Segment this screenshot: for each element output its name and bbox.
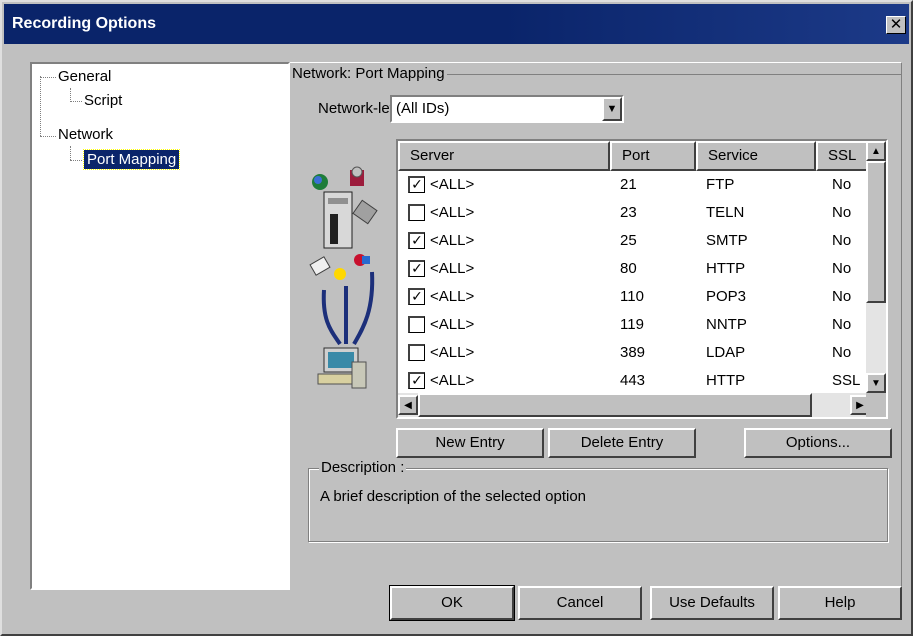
ssl-cell: No bbox=[832, 260, 852, 277]
row-checkbox[interactable]: ✓ bbox=[408, 372, 425, 389]
horizontal-scroll-thumb[interactable] bbox=[418, 393, 812, 417]
row-checkbox[interactable]: ✓ bbox=[408, 232, 425, 249]
vertical-scrollbar[interactable]: ▲ ▼ bbox=[866, 141, 886, 393]
ssl-cell: No bbox=[832, 232, 852, 249]
horizontal-scrollbar[interactable]: ◀ ▶ bbox=[398, 393, 870, 417]
tree-connector bbox=[70, 160, 82, 161]
row-checkbox[interactable] bbox=[408, 204, 425, 221]
table-row[interactable]: <ALL> 119 NNTP No bbox=[398, 311, 868, 339]
tree-item-general[interactable]: General bbox=[58, 67, 111, 86]
use-defaults-button[interactable]: Use Defaults bbox=[650, 586, 774, 620]
row-checkbox[interactable] bbox=[408, 344, 425, 361]
recording-options-dialog: Recording Options ✕ General Script Netwo… bbox=[0, 0, 913, 636]
port-cell: 389 bbox=[620, 344, 646, 361]
tree-connector bbox=[40, 77, 56, 78]
table-row[interactable]: ✓ <ALL> 80 HTTP No bbox=[398, 255, 868, 283]
mappings-select[interactable]: (All IDs) ▼ bbox=[390, 95, 624, 123]
ssl-cell: No bbox=[832, 344, 852, 361]
network-illustration bbox=[302, 162, 392, 402]
ssl-cell: SSL bbox=[832, 372, 861, 389]
service-cell: POP3 bbox=[706, 288, 747, 305]
scroll-up-icon[interactable]: ▲ bbox=[866, 141, 886, 161]
server-cell: <ALL> bbox=[430, 372, 475, 389]
port-cell: 21 bbox=[620, 176, 637, 193]
help-button[interactable]: Help bbox=[778, 586, 902, 620]
column-header-ssl[interactable]: SSL bbox=[816, 141, 868, 171]
mappings-select-value: (All IDs) bbox=[396, 100, 450, 117]
new-entry-button[interactable]: New Entry bbox=[396, 428, 544, 458]
table-row[interactable]: ✓ <ALL> 110 POP3 No bbox=[398, 283, 868, 311]
column-header-service[interactable]: Service bbox=[696, 141, 816, 171]
tree-connector bbox=[70, 146, 71, 160]
options-button[interactable]: Options... bbox=[744, 428, 892, 458]
chevron-down-icon[interactable]: ▼ bbox=[602, 97, 622, 121]
server-cell: <ALL> bbox=[430, 260, 475, 277]
ok-button[interactable]: OK bbox=[389, 585, 515, 621]
row-checkbox[interactable] bbox=[408, 316, 425, 333]
ssl-cell: No bbox=[832, 204, 852, 221]
delete-entry-button[interactable]: Delete Entry bbox=[548, 428, 696, 458]
tree-connector bbox=[70, 88, 71, 102]
port-cell: 23 bbox=[620, 204, 637, 221]
row-checkbox[interactable]: ✓ bbox=[408, 288, 425, 305]
service-cell: LDAP bbox=[706, 344, 746, 361]
ssl-cell: No bbox=[832, 316, 852, 333]
title-bar: Recording Options ✕ bbox=[4, 4, 909, 44]
port-cell: 25 bbox=[620, 232, 637, 249]
service-cell: HTTP bbox=[706, 372, 746, 389]
server-cell: <ALL> bbox=[430, 288, 475, 305]
close-icon[interactable]: ✕ bbox=[886, 16, 906, 34]
ssl-cell: No bbox=[832, 176, 852, 193]
scroll-corner bbox=[866, 393, 886, 417]
port-cell: 80 bbox=[620, 260, 637, 277]
group-title: Network: Port Mapping bbox=[290, 65, 447, 83]
dialog-title: Recording Options bbox=[12, 15, 156, 32]
port-cell: 443 bbox=[620, 372, 646, 389]
service-cell: TELN bbox=[706, 204, 745, 221]
tree-connector bbox=[40, 76, 41, 136]
description-text: A brief description of the selected opti… bbox=[320, 488, 587, 505]
cancel-button[interactable]: Cancel bbox=[518, 586, 642, 620]
tree-item-network[interactable]: Network bbox=[58, 125, 113, 144]
service-cell: NNTP bbox=[706, 316, 747, 333]
description-title: Description : bbox=[319, 459, 407, 477]
tree-item-script[interactable]: Script bbox=[84, 91, 122, 110]
table-header: Server Port Service SSL bbox=[398, 141, 868, 171]
server-cell: <ALL> bbox=[430, 204, 475, 221]
table-row[interactable]: ✓ <ALL> 25 SMTP No bbox=[398, 227, 868, 255]
ssl-cell: No bbox=[832, 288, 852, 305]
scroll-down-icon[interactable]: ▼ bbox=[866, 373, 886, 393]
server-cell: <ALL> bbox=[430, 316, 475, 333]
tree-connector bbox=[70, 101, 82, 102]
table-row[interactable]: ✓ <ALL> 443 HTTP SSL bbox=[398, 367, 868, 395]
service-cell: SMTP bbox=[706, 232, 748, 249]
scroll-left-icon[interactable]: ◀ bbox=[398, 395, 418, 415]
port-cell: 119 bbox=[620, 316, 644, 333]
table-row[interactable]: ✓ <ALL> 21 FTP No bbox=[398, 171, 868, 199]
table-row[interactable]: <ALL> 389 LDAP No bbox=[398, 339, 868, 367]
options-tree: General Script Network Port Mapping bbox=[30, 62, 290, 590]
port-cell: 110 bbox=[620, 288, 644, 305]
column-header-port[interactable]: Port bbox=[610, 141, 696, 171]
port-mapping-table[interactable]: Server Port Service SSL ✓ <ALL> 21 FTP No <AL… bbox=[396, 139, 888, 419]
row-checkbox[interactable]: ✓ bbox=[408, 260, 425, 277]
network-illustration-graphic bbox=[309, 166, 378, 389]
server-cell: <ALL> bbox=[430, 344, 475, 361]
server-cell: <ALL> bbox=[430, 232, 475, 249]
description-group: Description : bbox=[308, 459, 888, 542]
row-checkbox[interactable]: ✓ bbox=[408, 176, 425, 193]
server-cell: <ALL> bbox=[430, 176, 475, 193]
tree-item-port-mapping[interactable]: Port Mapping bbox=[82, 149, 181, 170]
tree-connector bbox=[40, 136, 56, 137]
vertical-scroll-thumb[interactable] bbox=[866, 161, 886, 303]
table-row[interactable]: <ALL> 23 TELN No bbox=[398, 199, 868, 227]
service-cell: FTP bbox=[706, 176, 735, 193]
column-header-server[interactable]: Server bbox=[398, 141, 610, 171]
service-cell: HTTP bbox=[706, 260, 746, 277]
